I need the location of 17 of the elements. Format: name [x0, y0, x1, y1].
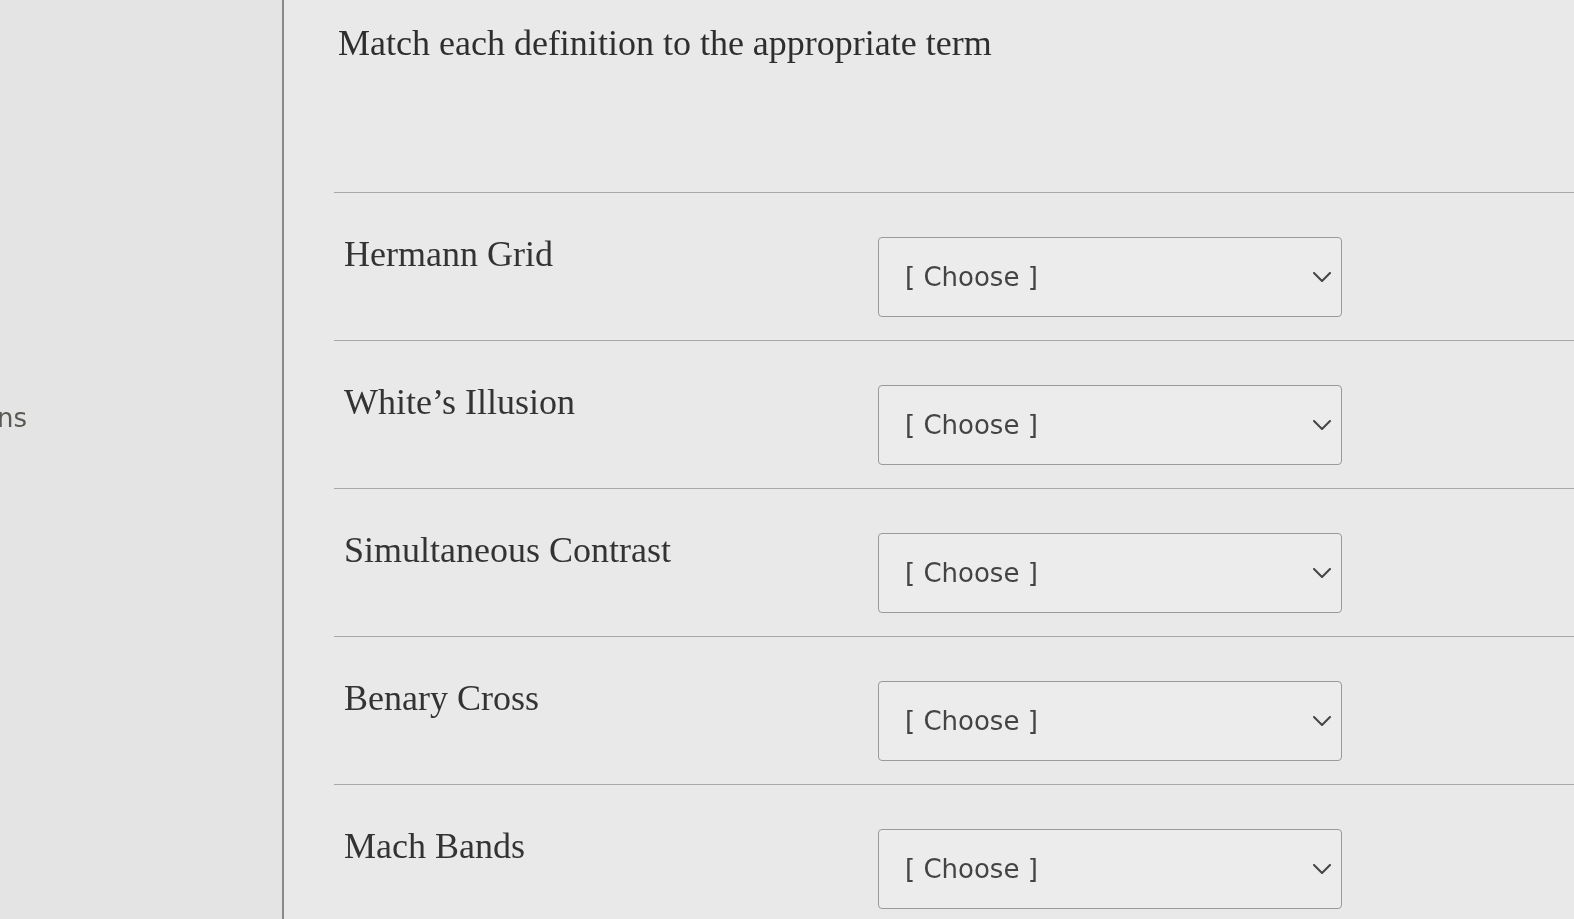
chevron-down-icon: [1313, 568, 1331, 578]
chevron-down-icon: [1313, 272, 1331, 282]
answer-dropdown[interactable]: [ Choose ]: [878, 237, 1342, 317]
sidebar-text: ns: [0, 404, 28, 433]
chevron-down-icon: [1313, 716, 1331, 726]
term-label: Simultaneous Contrast: [343, 529, 672, 572]
term-label: White’s Illusion: [343, 381, 576, 424]
chevron-down-icon: [1313, 420, 1331, 430]
answer-dropdown[interactable]: [ Choose ]: [878, 385, 1342, 465]
term-label: Hermann Grid: [343, 233, 554, 276]
answer-dropdown[interactable]: [ Choose ]: [878, 533, 1342, 613]
answer-dropdown[interactable]: [ Choose ]: [878, 681, 1342, 761]
question-prompt: Match each definition to the appropriate term: [338, 22, 993, 65]
term-label: Benary Cross: [343, 677, 540, 720]
chevron-down-icon: [1313, 864, 1331, 874]
term-label: Mach Bands: [343, 825, 526, 868]
answer-dropdown[interactable]: [ Choose ]: [878, 829, 1342, 909]
